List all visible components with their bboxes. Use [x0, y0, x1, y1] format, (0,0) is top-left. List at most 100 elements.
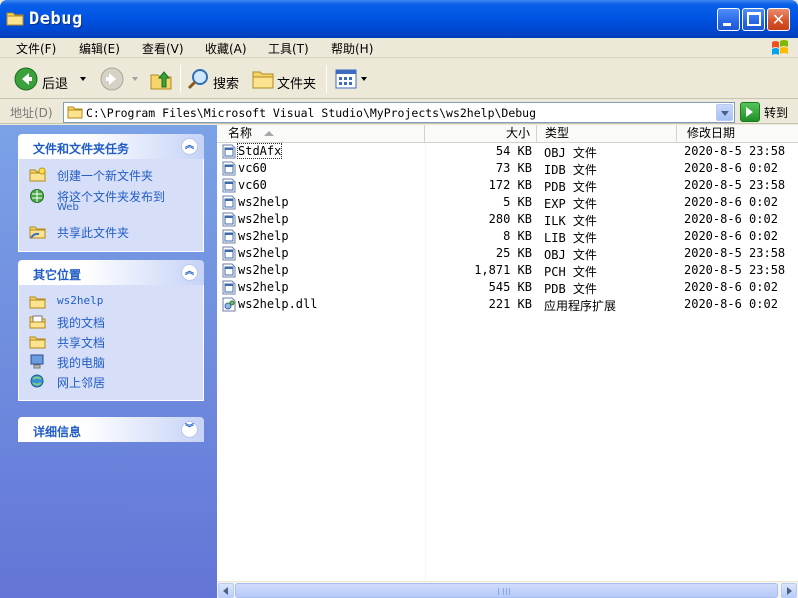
column-label: 名称 [228, 126, 253, 140]
back-button[interactable]: 后退 [10, 63, 90, 95]
views-dropdown-icon[interactable] [361, 77, 367, 81]
file-row[interactable]: ws2help 280 KB ILK 文件 2020-8-6 0:02 [217, 211, 798, 228]
file-type: OBJ 文件 [544, 146, 597, 160]
file-name: StdAfx [236, 143, 283, 159]
folder-icon [6, 12, 24, 26]
menu-view[interactable]: 查看(V) [142, 40, 184, 57]
column-header-size[interactable]: 大小 [425, 125, 537, 142]
panel-header[interactable]: 详细信息 ︾ [18, 417, 204, 442]
address-dropdown-icon[interactable] [716, 104, 733, 121]
close-icon: ✕ [771, 10, 786, 29]
sort-ascending-icon [264, 131, 274, 136]
panel-header[interactable]: 其它位置 ︽ [18, 260, 204, 285]
other-places-panel: 其它位置 ︽ ws2help 我的文档 共享文档 我的电脑 网上邻居 [18, 260, 204, 402]
network-icon [30, 374, 44, 388]
file-row[interactable]: ws2help 1,871 KB PCH 文件 2020-8-5 23:58 [217, 262, 798, 279]
file-list-view[interactable]: 名称 大小 类型 修改日期 StdAfx 54 KB OBJ 文件 2020-8-5 … [217, 125, 798, 581]
panel-title: 其它位置 [33, 268, 82, 282]
file-icon [222, 144, 236, 159]
file-icon [222, 195, 236, 210]
file-row[interactable]: ws2help 5 KB EXP 文件 2020-8-6 0:02 [217, 194, 798, 211]
menu-help[interactable]: 帮助(H) [331, 40, 373, 57]
expand-chevron-icon[interactable]: ︾ [181, 421, 198, 438]
place-label: 我的电脑 [57, 356, 106, 370]
menu-tools[interactable]: 工具(T) [268, 40, 309, 57]
menu-edit[interactable]: 编辑(E) [79, 40, 120, 57]
forward-button[interactable] [96, 63, 144, 95]
panel-header[interactable]: 文件和文件夹任务 ︽ [18, 134, 204, 159]
file-modified: 2020-8-5 23:58 [684, 178, 786, 192]
file-name: vc60 [238, 161, 267, 175]
task-label: 共享此文件夹 [57, 226, 130, 240]
forward-arrow-icon [100, 67, 124, 91]
views-button[interactable] [332, 63, 372, 95]
folder-icon [67, 106, 83, 119]
file-row[interactable]: ws2help 545 KB PDB 文件 2020-8-6 0:02 [217, 279, 798, 296]
file-row[interactable]: ws2help.dll 221 KB 应用程序扩展 2020-8-6 0:02 [217, 296, 798, 313]
file-name: ws2help [238, 212, 289, 226]
publish-web-icon [30, 189, 44, 203]
file-modified: 2020-8-5 23:58 [684, 263, 786, 277]
file-modified: 2020-8-5 23:58 [684, 246, 786, 260]
close-button[interactable]: ✕ [767, 8, 790, 31]
back-dropdown-icon[interactable] [80, 77, 86, 81]
place-label: ws2help [57, 294, 104, 307]
explorer-window: Debug ✕ 文件(F) 编辑(E) 查看(V) 收藏(A) 工具(T) 帮助… [0, 0, 798, 598]
column-header-modified[interactable]: 修改日期 [677, 125, 798, 142]
file-type: LIB 文件 [544, 231, 597, 245]
scroll-thumb[interactable] [235, 583, 778, 598]
my-computer-icon [30, 354, 44, 369]
address-path: C:\Program Files\Microsoft Visual Studio… [86, 106, 537, 120]
file-icon [222, 246, 236, 261]
file-icon [222, 178, 236, 193]
collapse-chevron-icon[interactable]: ︽ [181, 264, 198, 281]
column-header-name[interactable]: 名称 [217, 125, 425, 142]
scroll-grip-icon [498, 588, 510, 595]
collapse-chevron-icon[interactable]: ︽ [181, 138, 198, 155]
file-size: 54 KB [495, 144, 532, 158]
views-icon [335, 69, 357, 89]
file-type: PDB 文件 [544, 180, 597, 194]
scroll-left-icon[interactable] [218, 583, 234, 598]
column-label: 修改日期 [687, 126, 736, 140]
address-input[interactable]: C:\Program Files\Microsoft Visual Studio… [63, 102, 735, 123]
file-name: vc60 [238, 178, 267, 192]
column-header-type[interactable]: 类型 [537, 125, 677, 142]
title-bar[interactable]: Debug ✕ [0, 0, 798, 38]
go-arrow-icon[interactable] [740, 102, 760, 122]
file-row[interactable]: vc60 73 KB IDB 文件 2020-8-6 0:02 [217, 160, 798, 177]
horizontal-scrollbar[interactable] [217, 581, 798, 598]
search-button[interactable]: 搜索 [184, 63, 246, 95]
file-type: PCH 文件 [544, 265, 597, 279]
toolbar-separator [180, 65, 181, 93]
back-arrow-icon [14, 67, 38, 91]
place-label: 网上邻居 [57, 376, 106, 390]
file-type: EXP 文件 [544, 197, 597, 211]
folders-button[interactable]: 文件夹 [249, 63, 323, 95]
minimize-icon [723, 23, 731, 26]
search-label: 搜索 [213, 77, 240, 92]
file-row[interactable]: ws2help 8 KB LIB 文件 2020-8-6 0:02 [217, 228, 798, 245]
minimize-button[interactable] [717, 8, 740, 31]
toolbar-separator [326, 65, 327, 93]
go-button[interactable]: 转到 [764, 104, 788, 121]
menu-file[interactable]: 文件(F) [16, 40, 56, 57]
file-row[interactable]: ws2help 25 KB OBJ 文件 2020-8-5 23:58 [217, 245, 798, 262]
maximize-icon [747, 12, 761, 26]
file-row[interactable]: StdAfx 54 KB OBJ 文件 2020-8-5 23:58 [217, 143, 798, 160]
up-folder-button[interactable] [146, 63, 176, 95]
details-panel: 详细信息 ︾ [18, 417, 204, 442]
file-type: IDB 文件 [544, 163, 597, 177]
toolbar: 后退 搜索 文件夹 [0, 59, 798, 99]
search-icon [187, 69, 208, 90]
maximize-button[interactable] [742, 8, 765, 31]
scroll-right-icon[interactable] [781, 583, 797, 598]
file-modified: 2020-8-6 0:02 [684, 229, 778, 243]
file-name: ws2help [238, 280, 289, 294]
file-size: 545 KB [488, 280, 532, 294]
file-size: 25 KB [495, 246, 532, 260]
task-pane: 文件和文件夹任务 ︽ 创建一个新文件夹 将这个文件夹发布到 Web 共享此文件夹 [0, 125, 217, 598]
column-label: 类型 [545, 126, 570, 140]
menu-favorites[interactable]: 收藏(A) [205, 40, 247, 57]
file-row[interactable]: vc60 172 KB PDB 文件 2020-8-5 23:58 [217, 177, 798, 194]
